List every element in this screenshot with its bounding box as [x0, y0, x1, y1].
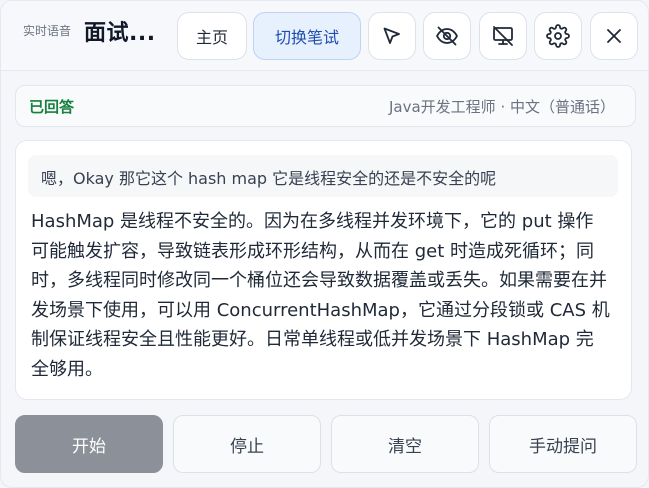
close-icon [607, 29, 621, 43]
conversation-card: 嗯，Okay 那它这个 hash map 它是线程安全的还是不安全的呢 Hash… [15, 140, 632, 400]
app-window: 实时语音 面试... 主页 切换笔试 已回答 Java开发工程师 · 中文（普通… [0, 0, 649, 488]
screen-share-button[interactable] [479, 12, 527, 60]
answer-text: HashMap 是线程不安全的。因为在多线程并发环境下，它的 put 操作可能触… [31, 211, 610, 380]
header-bar: 实时语音 面试... 主页 切换笔试 [1, 1, 648, 71]
cursor-icon [383, 27, 400, 44]
eye-off-icon [436, 26, 458, 46]
monitor-off-icon [493, 26, 513, 46]
gear-icon [546, 24, 570, 48]
settings-button[interactable] [534, 12, 582, 60]
hide-button[interactable] [423, 12, 471, 60]
status-badge: 已回答 [29, 98, 75, 116]
switch-written-test-button[interactable]: 切换笔试 [253, 12, 361, 60]
page-title[interactable]: 面试... [84, 15, 156, 47]
manual-ask-button[interactable]: 手动提问 [489, 415, 637, 473]
stop-button[interactable]: 停止 [173, 415, 321, 473]
clear-button[interactable]: 清空 [331, 415, 479, 473]
app-subtitle: 实时语音 [23, 24, 72, 38]
home-button[interactable]: 主页 [177, 12, 247, 60]
position-language-label: Java开发工程师 · 中文（普通话） [389, 98, 615, 116]
question-text: 嗯，Okay 那它这个 hash map 它是线程安全的还是不安全的呢 [28, 155, 618, 197]
cursor-button[interactable] [368, 12, 416, 60]
close-button[interactable] [590, 12, 638, 60]
start-button[interactable]: 开始 [15, 415, 163, 473]
status-bar: 已回答 Java开发工程师 · 中文（普通话） [15, 85, 636, 127]
